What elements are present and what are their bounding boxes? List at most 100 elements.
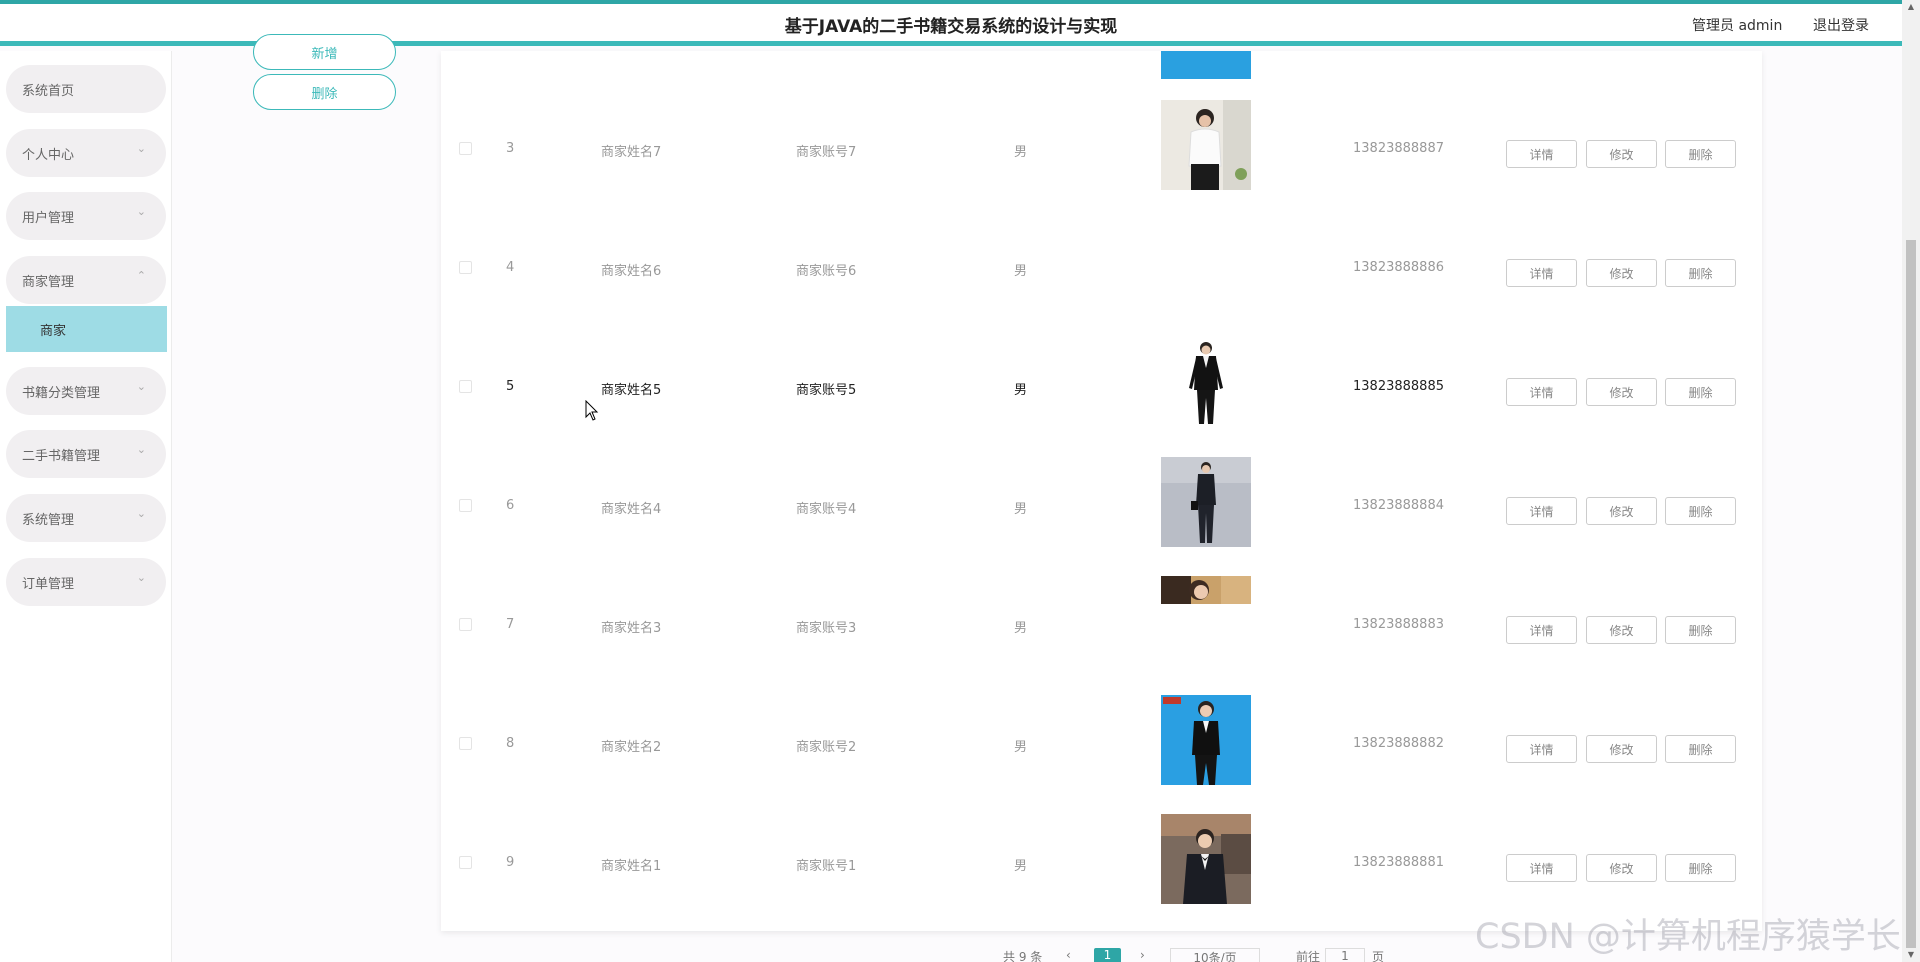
table-row: 8 商家姓名2 商家账号2 男 13823888882 详情 修改 删除 (441, 685, 1762, 804)
sidebar-item-profile[interactable]: 个人中心 ⌄ (6, 129, 166, 177)
row-index: 8 (506, 736, 515, 751)
delete-button[interactable]: 删除 (1665, 259, 1736, 287)
row-checkbox[interactable] (459, 737, 472, 750)
sidebar-item-label: 系统首页 (22, 84, 75, 99)
row-checkbox[interactable] (459, 261, 472, 274)
row-checkbox[interactable] (459, 142, 472, 155)
detail-button[interactable]: 详情 (1506, 616, 1577, 644)
delete-button[interactable]: 删除 (1665, 616, 1736, 644)
scroll-down-icon[interactable]: ▼ (1905, 950, 1917, 959)
delete-button[interactable]: 删除 (1665, 497, 1736, 525)
merchant-account: 商家账号3 (796, 621, 857, 636)
merchant-photo (1161, 695, 1251, 785)
row-checkbox[interactable] (459, 499, 472, 512)
merchant-phone: 13823888886 (1353, 260, 1444, 275)
merchant-account: 商家账号5 (796, 383, 857, 398)
sidebar-item-label: 订单管理 (22, 577, 75, 592)
row-index: 5 (506, 379, 515, 394)
sidebar-item-home[interactable]: 系统首页 (6, 65, 166, 113)
edit-button[interactable]: 修改 (1586, 497, 1657, 525)
delete-button[interactable]: 删除 (1665, 378, 1736, 406)
table-row: 9 商家姓名1 商家账号1 男 13823888881 详情 修改 删除 (441, 804, 1762, 923)
merchant-name: 商家姓名3 (601, 621, 662, 636)
merchant-phone: 13823888885 (1353, 379, 1444, 394)
edit-button[interactable]: 修改 (1586, 616, 1657, 644)
mouse-cursor-icon (585, 400, 599, 421)
sidebar-item-label: 个人中心 (22, 148, 75, 163)
sidebar-item-system[interactable]: 系统管理 ⌄ (6, 494, 166, 542)
table-row: 6 商家姓名4 商家账号4 男 13823888884 详情 修改 删除 (441, 447, 1762, 566)
scrollbar-thumb[interactable] (1906, 240, 1916, 948)
merchant-account: 商家账号6 (796, 264, 857, 279)
merchant-gender: 男 (1014, 859, 1028, 874)
merchant-name: 商家姓名6 (601, 264, 662, 279)
detail-button[interactable]: 详情 (1506, 378, 1577, 406)
table-row: 5 商家姓名5 商家账号5 男 13823888885 详情 修改 删除 (441, 328, 1762, 447)
row-index: 4 (506, 260, 515, 275)
merchant-gender: 男 (1014, 502, 1028, 517)
merchant-name: 商家姓名4 (601, 502, 662, 517)
detail-button[interactable]: 详情 (1506, 140, 1577, 168)
merchant-account: 商家账号7 (796, 145, 857, 160)
sidebar-item-label: 商家管理 (22, 275, 75, 290)
pagination-current-page[interactable]: 1 (1094, 948, 1121, 962)
sidebar-item-label: 系统管理 (22, 513, 75, 528)
merchant-name: 商家姓名5 (601, 383, 662, 398)
goto-page-input[interactable]: 1 (1325, 948, 1365, 962)
batch-delete-button[interactable]: 删除 (253, 74, 396, 110)
detail-button[interactable]: 详情 (1506, 497, 1577, 525)
admin-label: 管理员 admin (1692, 18, 1783, 34)
merchant-gender: 男 (1014, 621, 1028, 636)
sidebar-item-users[interactable]: 用户管理 ⌄ (6, 192, 166, 240)
edit-button[interactable]: 修改 (1586, 140, 1657, 168)
table-row: 7 商家姓名3 商家账号3 男 13823888883 详情 修改 删除 (441, 566, 1762, 685)
detail-button[interactable]: 详情 (1506, 735, 1577, 763)
merchant-photo (1161, 338, 1251, 428)
merchant-name: 商家姓名2 (601, 740, 662, 755)
detail-button[interactable]: 详情 (1506, 854, 1577, 882)
add-button[interactable]: 新增 (253, 34, 396, 70)
chevron-down-icon: ⌄ (136, 507, 146, 520)
prev-page-icon[interactable]: ‹ (1066, 948, 1071, 962)
merchant-table: 3 商家姓名7 商家账号7 男 13823888887 详情 修改 删除 4 商家姓名6 商家账号6… (441, 51, 1762, 931)
row-checkbox[interactable] (459, 380, 472, 393)
detail-button[interactable]: 详情 (1506, 259, 1577, 287)
pagination-total: 共 9 条 (1003, 950, 1043, 962)
merchant-phone: 13823888884 (1353, 498, 1444, 513)
delete-button[interactable]: 删除 (1665, 854, 1736, 882)
delete-button[interactable]: 删除 (1665, 735, 1736, 763)
chevron-down-icon: ⌄ (136, 443, 146, 456)
edit-button[interactable]: 修改 (1586, 259, 1657, 287)
sidebar-item-orders[interactable]: 订单管理 ⌄ (6, 558, 166, 606)
sidebar-item-used-books[interactable]: 二手书籍管理 ⌄ (6, 430, 166, 478)
chevron-down-icon: ⌄ (136, 380, 146, 393)
next-page-icon[interactable]: › (1140, 948, 1145, 962)
sidebar: 系统首页 个人中心 ⌄ 用户管理 ⌄ 商家管理 ⌃ 商家 书籍分类管理 ⌄ 二手… (0, 51, 172, 962)
table-row: 3 商家姓名7 商家账号7 男 13823888887 详情 修改 删除 (441, 90, 1762, 209)
merchant-phone: 13823888887 (1353, 141, 1444, 156)
merchant-photo (1161, 457, 1251, 547)
chevron-down-icon: ⌄ (136, 142, 146, 155)
row-index: 7 (506, 617, 515, 632)
scroll-up-icon[interactable]: ▲ (1905, 2, 1917, 11)
sidebar-item-merchants[interactable]: 商家管理 ⌃ (6, 256, 166, 304)
row-index: 9 (506, 855, 515, 870)
sidebar-item-book-category[interactable]: 书籍分类管理 ⌄ (6, 367, 166, 415)
table-row: 4 商家姓名6 商家账号6 男 13823888886 详情 修改 删除 (441, 209, 1762, 328)
merchant-photo (1161, 100, 1251, 190)
edit-button[interactable]: 修改 (1586, 735, 1657, 763)
edit-button[interactable]: 修改 (1586, 378, 1657, 406)
sidebar-subitem-label: 商家 (40, 324, 67, 339)
sidebar-subitem-merchant[interactable]: 商家 (6, 306, 167, 352)
merchant-name: 商家姓名7 (601, 145, 662, 160)
edit-button[interactable]: 修改 (1586, 854, 1657, 882)
page-size-select[interactable]: 10条/页 (1170, 948, 1260, 962)
chevron-down-icon: ⌄ (136, 571, 146, 584)
merchant-gender: 男 (1014, 740, 1028, 755)
row-checkbox[interactable] (459, 856, 472, 869)
row-checkbox[interactable] (459, 618, 472, 631)
logout-link[interactable]: 退出登录 (1813, 15, 1869, 35)
delete-button[interactable]: 删除 (1665, 140, 1736, 168)
merchant-photo (1161, 51, 1251, 79)
goto-label: 前往 (1296, 950, 1321, 962)
